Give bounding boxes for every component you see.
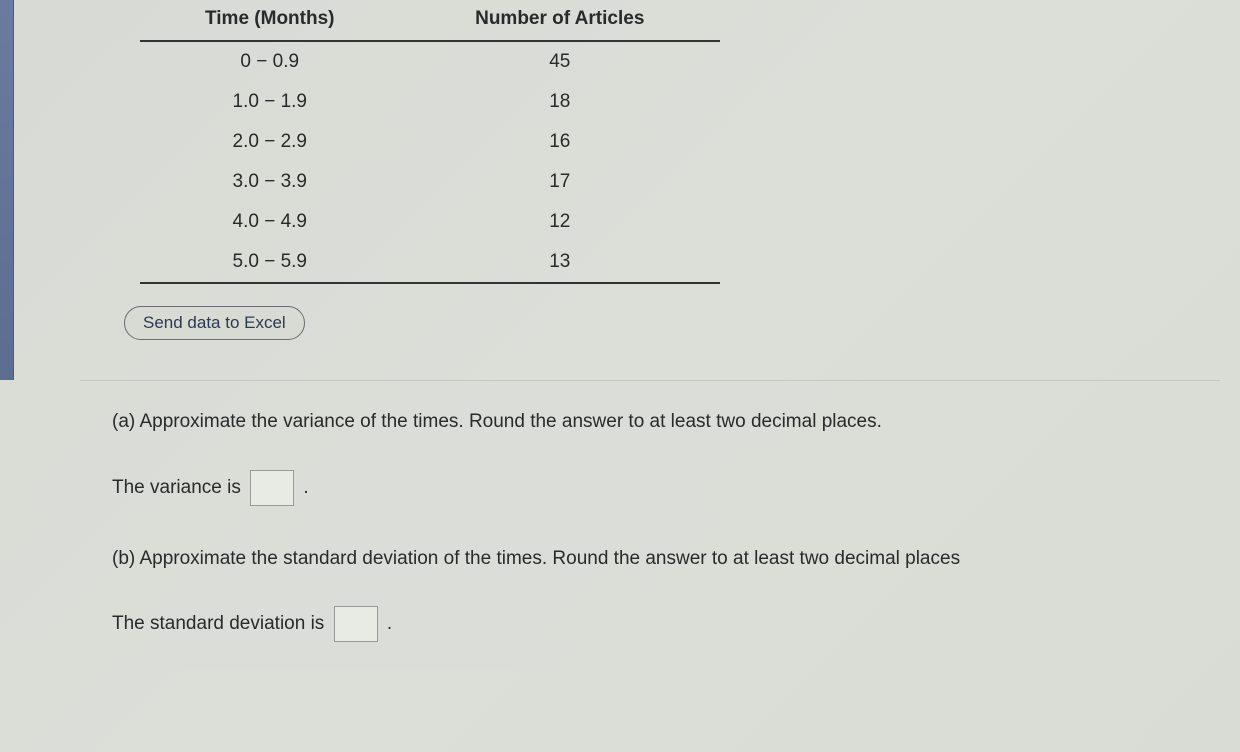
part-a-answer-line: The variance is . — [112, 470, 1188, 506]
table-row: 5.0 − 5.913 — [140, 242, 720, 283]
part-b-prompt: (b) Approximate the standard deviation o… — [112, 546, 1188, 573]
time-range-cell: 0 − 0.9 — [140, 41, 400, 82]
table-row: 3.0 − 3.917 — [140, 162, 720, 202]
part-b-prefix: The standard deviation is — [112, 613, 324, 634]
time-range-cell: 1.0 − 1.9 — [140, 82, 400, 122]
count-cell: 45 — [400, 41, 720, 82]
table-row: 4.0 − 4.912 — [140, 202, 720, 242]
part-a-prompt: (a) Approximate the variance of the time… — [112, 409, 1188, 436]
count-cell: 17 — [400, 162, 720, 202]
stddev-input[interactable] — [334, 606, 378, 642]
col-header-time: Time (Months) — [140, 0, 400, 41]
time-range-cell: 3.0 − 3.9 — [140, 162, 400, 202]
table-row: 0 − 0.945 — [140, 41, 720, 82]
part-a-prefix: The variance is — [112, 477, 241, 498]
part-a-suffix: . — [303, 477, 308, 498]
col-header-count: Number of Articles — [400, 0, 720, 41]
time-range-cell: 5.0 − 5.9 — [140, 242, 400, 283]
data-table-wrapper: Time (Months) Number of Articles 0 − 0.9… — [40, 0, 1220, 284]
table-row: 1.0 − 1.918 — [140, 82, 720, 122]
button-row: Send data to Excel — [40, 306, 1220, 340]
count-cell: 13 — [400, 242, 720, 283]
part-b-suffix: . — [387, 613, 392, 634]
time-range-cell: 2.0 − 2.9 — [140, 122, 400, 162]
count-cell: 16 — [400, 122, 720, 162]
count-cell: 18 — [400, 82, 720, 122]
variance-input[interactable] — [250, 470, 294, 506]
part-b-answer-line: The standard deviation is . — [112, 606, 1188, 642]
question-panel: (a) Approximate the variance of the time… — [80, 380, 1220, 670]
table-row: 2.0 − 2.916 — [140, 122, 720, 162]
send-to-excel-button[interactable]: Send data to Excel — [124, 306, 305, 340]
left-border-bar — [0, 0, 14, 380]
main-content: Time (Months) Number of Articles 0 − 0.9… — [0, 0, 1240, 670]
count-cell: 12 — [400, 202, 720, 242]
frequency-table: Time (Months) Number of Articles 0 − 0.9… — [140, 0, 720, 284]
time-range-cell: 4.0 − 4.9 — [140, 202, 400, 242]
